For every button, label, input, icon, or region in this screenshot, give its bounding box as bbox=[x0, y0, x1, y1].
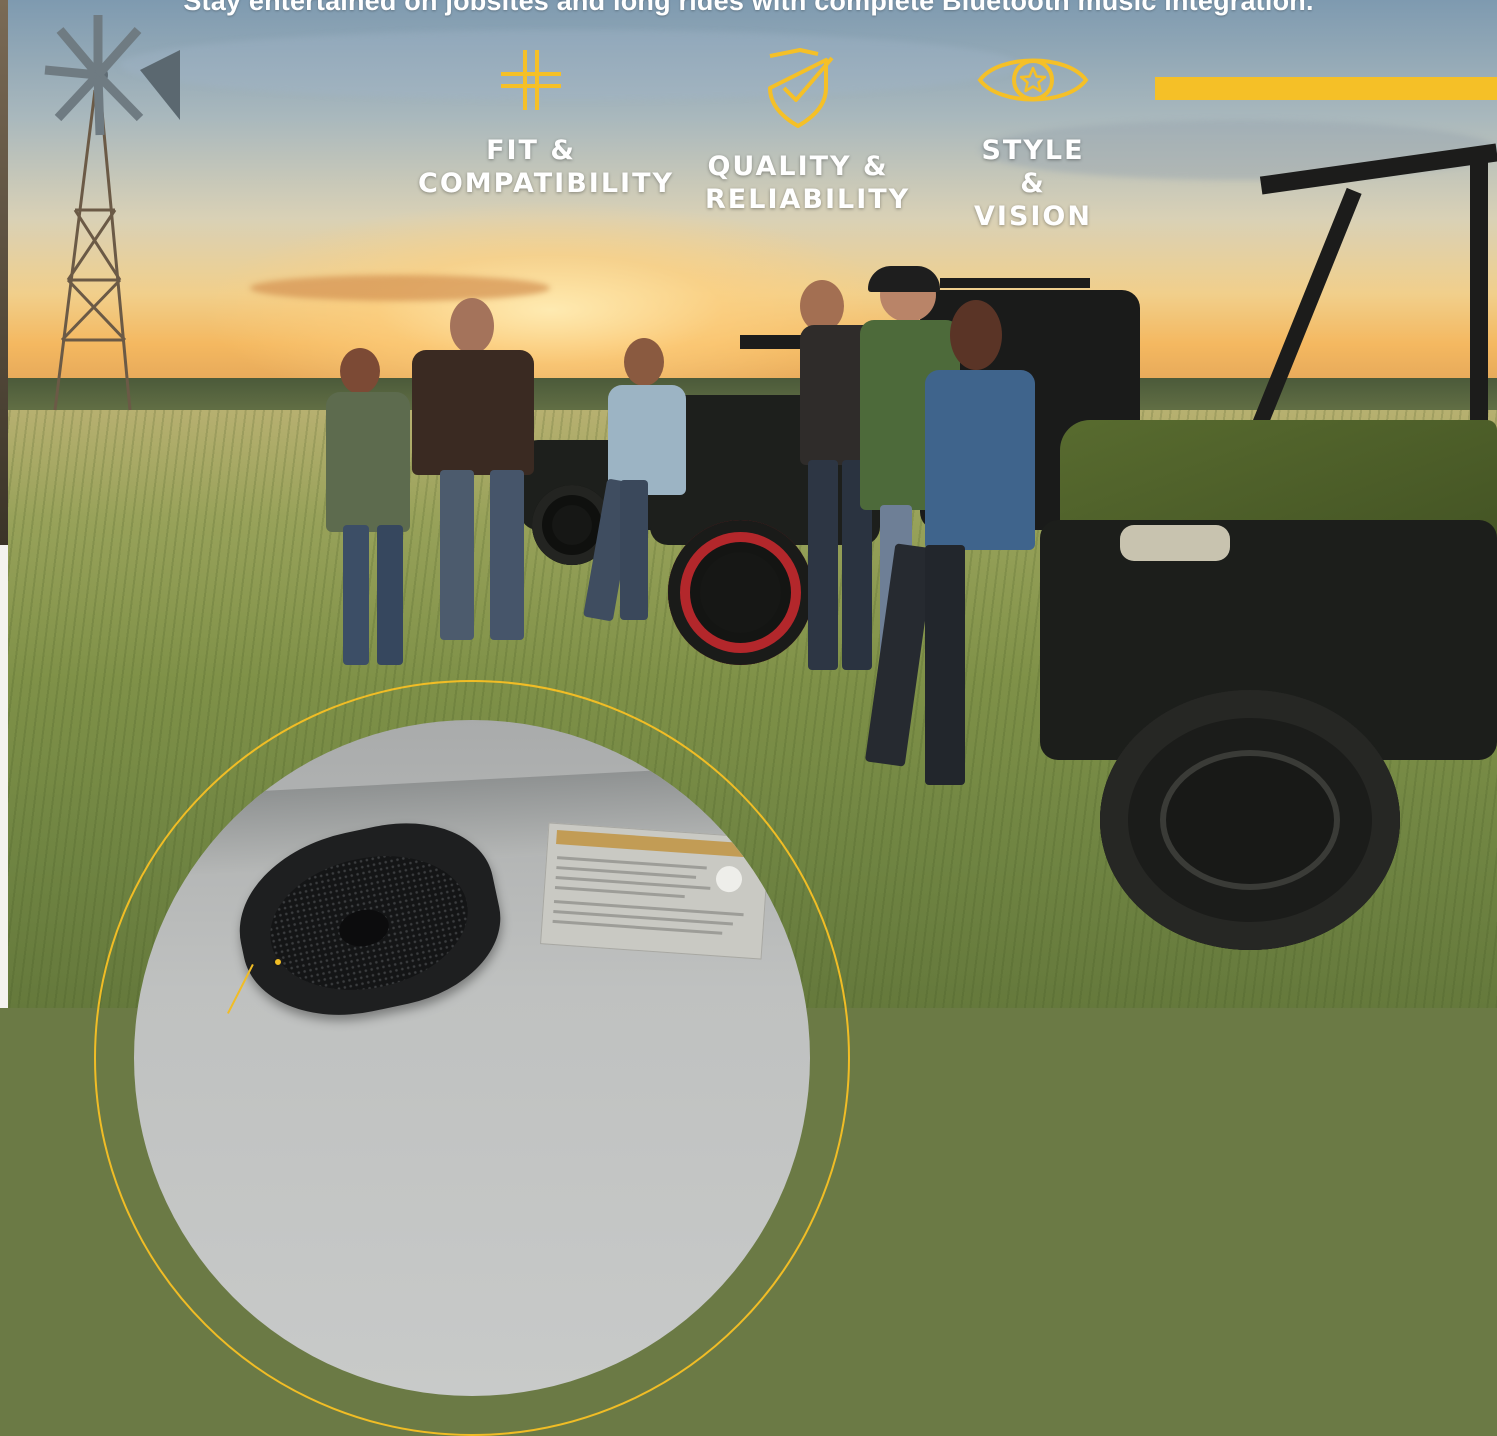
tagline: Stay entertained on jobsites and long ri… bbox=[183, 0, 1314, 16]
warning-label bbox=[540, 822, 770, 960]
feature-label: STYLE & VISION bbox=[974, 135, 1092, 232]
feature-fit-compatibility: FIT & COMPATIBILITY bbox=[418, 48, 675, 200]
utv-wheel bbox=[1100, 690, 1400, 950]
cloud bbox=[250, 275, 550, 301]
feature-style-vision: STYLE & VISION bbox=[965, 48, 1101, 233]
page-margin bbox=[0, 545, 8, 1008]
eye-star-icon bbox=[977, 58, 1089, 102]
utv-headlight bbox=[1120, 525, 1230, 561]
utv-roll-cage bbox=[1470, 160, 1488, 460]
shield-check-icon bbox=[768, 48, 834, 128]
feature-quality-reliability: QUALITY & RELIABILITY bbox=[705, 48, 911, 216]
feature-label: QUALITY & RELIABILITY bbox=[705, 151, 911, 215]
accent-bar bbox=[1155, 77, 1497, 100]
photo-edge bbox=[0, 0, 8, 545]
windmill bbox=[44, 15, 180, 411]
fit-cross-icon bbox=[501, 50, 561, 110]
atv-wheel-red bbox=[668, 520, 813, 665]
callout-pointer-dot bbox=[273, 957, 283, 967]
utv-roof bbox=[940, 278, 1090, 288]
speaker-closeup-photo bbox=[134, 720, 810, 1396]
feature-label: FIT & COMPATIBILITY bbox=[418, 135, 675, 199]
